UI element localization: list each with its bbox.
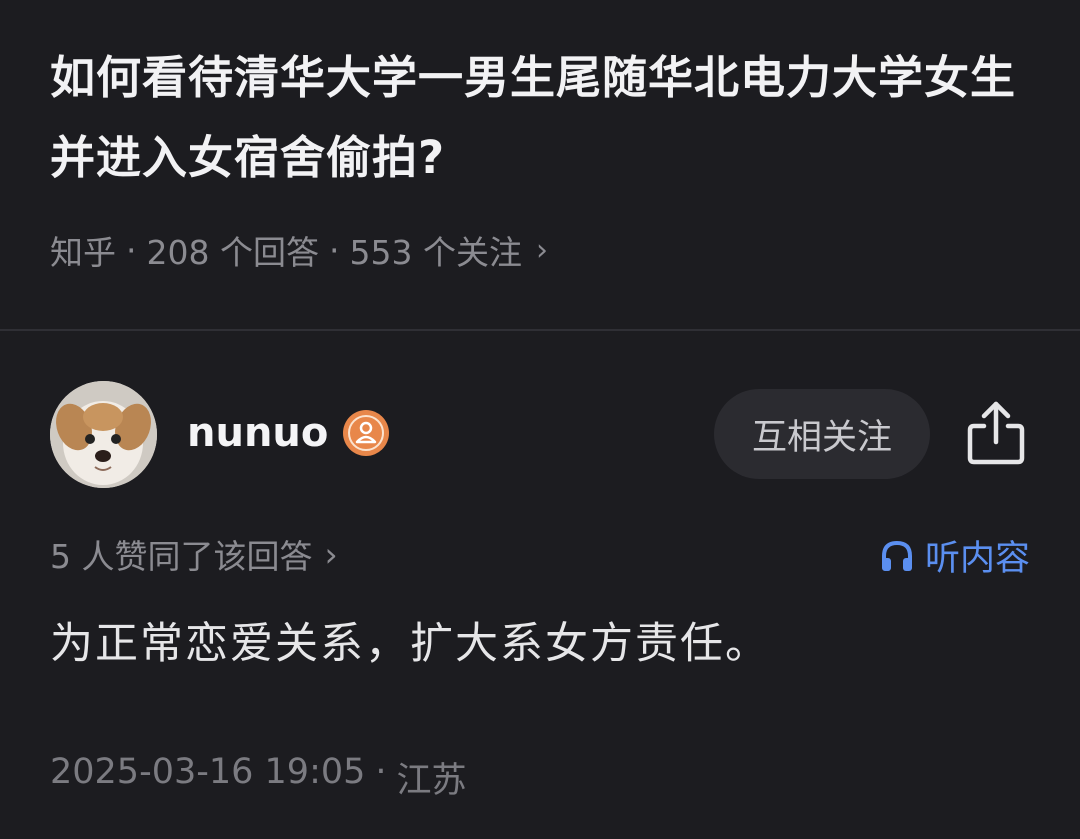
chevron-right-icon: › [324,534,338,574]
meta-separator: · [126,230,137,270]
puppy-avatar-icon [50,381,157,488]
question-title[interactable]: 如何看待清华大学一男生尾随华北电力大学女生并进入女宿舍偷拍? [50,38,1040,198]
section-divider [0,329,1080,331]
listen-content-button[interactable]: 听内容 [879,530,1030,581]
question-meta[interactable]: 知乎 · 208 个回答 · 553 个关注 › [50,226,548,274]
answer-date: 2025-03-16 19:05 [50,752,366,792]
answer-timestamp: 2025-03-16 19:05 · 江苏 [50,752,467,803]
author-avatar[interactable] [50,381,157,488]
user-badge-icon [342,409,390,457]
listen-label: 听内容 [924,539,1030,579]
headphones-icon [881,540,912,571]
meta-separator: · [328,230,340,270]
author-name[interactable]: nunuo [187,410,328,456]
answer-content[interactable]: 为正常恋爱关系，扩大系女方责任。 [50,609,770,671]
answers-count: 208 个回答 [146,233,319,272]
source-label: 知乎 [50,233,116,272]
chevron-right-icon: › [535,232,548,268]
answer-location: 江苏 [396,761,467,801]
upvote-text: 5 人赞同了该回答 [50,537,313,576]
date-separator: · [375,752,387,792]
upvote-summary[interactable]: 5 人赞同了该回答 › [50,530,338,578]
share-icon[interactable] [962,396,1030,468]
mutual-follow-button[interactable]: 互相关注 [714,389,930,479]
followers-count: 553 个关注 [349,233,522,272]
